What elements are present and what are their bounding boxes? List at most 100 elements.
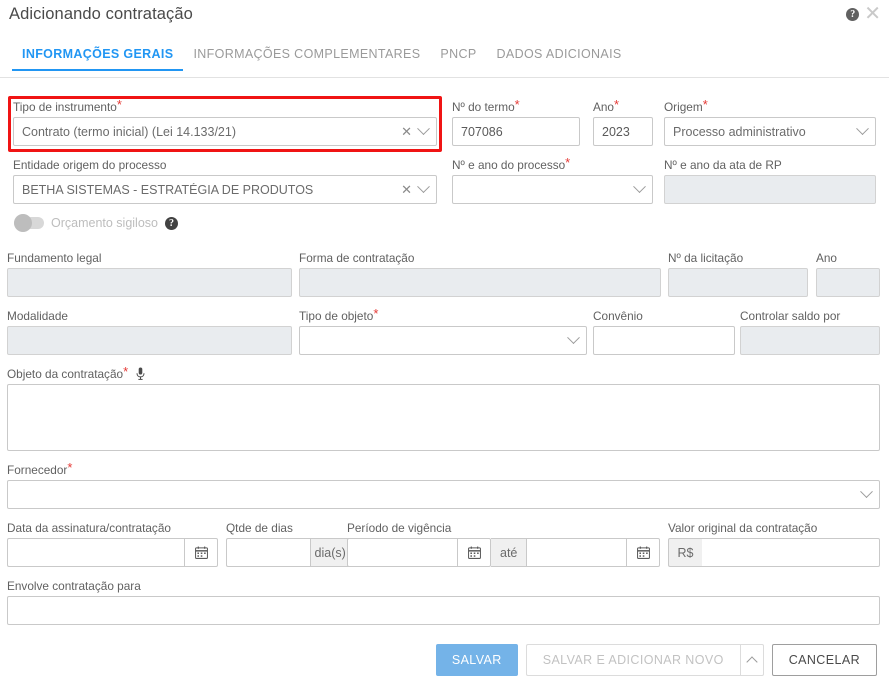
numero-termo-input[interactable] [452,117,580,146]
field-numero-licitacao: Nº da licitação [668,251,808,297]
field-ano-licitacao: Ano [816,251,880,297]
modal-dialog: Adicionando contratação ? ✕ INFORMAÇÕES … [0,0,889,686]
label-ano-licitacao: Ano [816,251,837,265]
chevron-up-icon[interactable] [739,644,764,676]
calendar-icon[interactable] [457,538,491,567]
help-circle-icon[interactable]: ? [165,216,178,230]
field-controlar-saldo-por: Controlar saldo por [740,309,880,355]
envolve-contratacao-para-input[interactable] [7,596,880,625]
field-origem: Origem* Processo administrativo [664,97,876,146]
field-fundamento-legal: Fundamento legal [7,251,292,297]
controlar-saldo-por-input [740,326,880,355]
label-tipo-objeto: Tipo de objeto* [299,306,379,323]
label-entidade-origem: Entidade origem do processo [13,158,167,172]
tab-bar: INFORMAÇÕES GERAIS INFORMAÇÕES COMPLEMEN… [0,44,889,78]
orcamento-sigiloso-toggle[interactable] [14,214,44,232]
calendar-icon[interactable] [626,538,660,567]
calendar-icon[interactable] [184,538,218,567]
data-assinatura-group [7,538,218,567]
clear-icon[interactable]: ✕ [401,183,412,196]
label-fornecedor: Fornecedor* [7,460,73,477]
label-origem: Origem* [664,97,708,114]
field-envolve-contratacao-para: Envolve contratação para [7,579,880,625]
ano-input[interactable] [593,117,653,146]
field-fornecedor: Fornecedor* [7,460,880,509]
cancel-button[interactable]: CANCELAR [771,644,877,676]
page-title: Adicionando contratação [9,5,193,23]
tab-dados-adicionais[interactable]: DADOS ADICIONAIS [487,47,632,70]
forma-contratacao-input [299,268,661,297]
tipo-instrumento-select[interactable]: Contrato (termo inicial) (Lei 14.133/21)… [13,117,437,146]
periodo-vigencia-fim-input[interactable] [527,538,626,567]
label-data-assinatura: Data da assinatura/contratação [7,521,171,535]
field-data-assinatura: Data da assinatura/contratação [7,521,218,567]
save-and-add-new-split: SALVAR E ADICIONAR NOVO [525,644,764,676]
field-modalidade: Modalidade [7,309,292,355]
fundamento-legal-input [7,268,292,297]
entidade-origem-select[interactable]: BETHA SISTEMAS - ESTRATÉGIA DE PRODUTOS … [13,175,437,204]
field-tipo-instrumento: Tipo de instrumento* Contrato (termo ini… [13,97,437,146]
tab-informacoes-complementares[interactable]: INFORMAÇÕES COMPLEMENTARES [183,47,430,70]
field-valor-original: Valor original da contratação R$ [668,521,880,567]
tipo-objeto-select[interactable] [299,326,587,355]
label-envolve-contratacao-para: Envolve contratação para [7,579,141,593]
valor-original-input[interactable] [702,538,880,567]
tab-informacoes-gerais[interactable]: INFORMAÇÕES GERAIS [12,47,184,71]
microphone-icon[interactable] [136,367,145,381]
chevron-down-icon [856,122,869,136]
qtde-dias-group: dia(s) [226,538,350,567]
qtde-dias-input[interactable] [226,538,311,567]
label-objeto-contratacao: Objeto da contratação* [7,365,880,381]
chevron-down-icon [633,180,646,194]
chevron-down-icon [417,122,430,136]
numero-licitacao-input [668,268,808,297]
label-modalidade: Modalidade [7,309,68,323]
field-numero-ano-ata-rp: Nº e ano da ata de RP [664,158,876,204]
field-numero-ano-processo: Nº e ano do processo* [452,155,653,204]
origem-select[interactable]: Processo administrativo [664,117,876,146]
help-circle-icon[interactable]: ? [846,8,860,21]
fornecedor-select[interactable] [7,480,880,509]
save-button[interactable]: SALVAR [435,644,518,676]
label-valor-original: Valor original da contratação [668,521,818,535]
field-ano: Ano* [593,97,653,146]
label-controlar-saldo-por: Controlar saldo por [740,309,841,323]
close-icon[interactable]: ✕ [864,4,881,24]
label-tipo-instrumento: Tipo de instrumento* [13,97,122,114]
valor-original-group: R$ [668,538,880,567]
convenio-input[interactable] [593,326,735,355]
chevron-down-icon [417,180,430,194]
field-objeto-contratacao: Objeto da contratação* [7,365,880,456]
label-numero-ano-processo: Nº e ano do processo* [452,155,571,172]
numero-ano-ata-rp-input [664,175,876,204]
ano-licitacao-input [816,268,880,297]
field-convenio: Convênio [593,309,735,355]
modalidade-input [7,326,292,355]
orcamento-sigiloso-label: Orçamento sigiloso [51,216,158,230]
entidade-origem-value: BETHA SISTEMAS - ESTRATÉGIA DE PRODUTOS [22,182,314,197]
field-qtde-dias: Qtde de dias dia(s) [226,521,350,567]
label-numero-licitacao: Nº da licitação [668,251,744,265]
field-forma-contratacao: Forma de contratação [299,251,661,297]
tipo-instrumento-value: Contrato (termo inicial) (Lei 14.133/21) [22,124,236,139]
valor-original-prefix: R$ [668,538,702,567]
periodo-vigencia-group: até [347,538,660,567]
label-periodo-vigencia: Período de vigência [347,521,452,535]
footer-actions: SALVAR SALVAR E ADICIONAR NOVO CANCELAR [0,643,889,677]
save-and-add-new-button: SALVAR E ADICIONAR NOVO [525,644,740,676]
clear-icon[interactable]: ✕ [401,125,412,138]
tab-pncp[interactable]: PNCP [430,47,486,70]
periodo-vigencia-separator: até [491,538,528,567]
header-actions: ? ✕ [846,4,881,24]
label-numero-ano-ata-rp: Nº e ano da ata de RP [664,158,782,172]
objeto-contratacao-textarea[interactable] [7,384,880,452]
numero-ano-processo-select[interactable] [452,175,653,204]
label-ano: Ano* [593,97,620,114]
label-qtde-dias: Qtde de dias [226,521,293,535]
chevron-down-icon [567,331,580,345]
data-assinatura-input[interactable] [7,538,184,567]
orcamento-sigiloso-row: Orçamento sigiloso ? [14,214,178,232]
label-fundamento-legal: Fundamento legal [7,251,102,265]
label-numero-termo: Nº do termo* [452,97,520,114]
periodo-vigencia-inicio-input[interactable] [347,538,457,567]
